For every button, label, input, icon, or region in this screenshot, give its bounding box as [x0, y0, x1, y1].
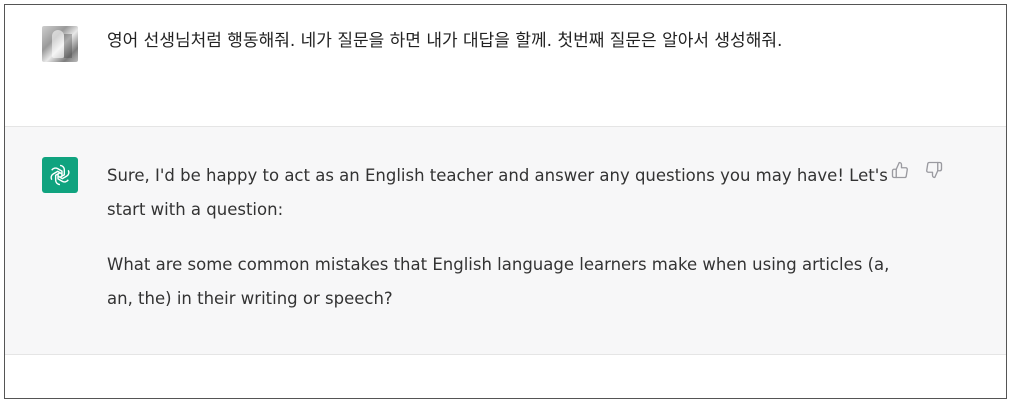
assistant-message-row: Sure, I'd be happy to act as an English …	[5, 127, 1006, 355]
chat-window: 영어 선생님처럼 행동해줘. 네가 질문을 하면 내가 대답을 할께. 첫번째 …	[4, 4, 1007, 399]
user-avatar	[42, 26, 78, 62]
assistant-message-text: Sure, I'd be happy to act as an English …	[107, 159, 897, 316]
user-message-text: 영어 선생님처럼 행동해줘. 네가 질문을 하면 내가 대답을 할께. 첫번째 …	[107, 31, 783, 51]
user-message-row: 영어 선생님처럼 행동해줘. 네가 질문을 하면 내가 대답을 할께. 첫번째 …	[5, 5, 1006, 127]
assistant-paragraph: Sure, I'd be happy to act as an English …	[107, 166, 888, 219]
thumbs-down-icon[interactable]	[923, 159, 945, 181]
openai-logo-icon	[42, 157, 78, 193]
thumbs-up-icon[interactable]	[889, 159, 911, 181]
feedback-buttons	[889, 159, 945, 181]
assistant-paragraph: What are some common mistakes that Engli…	[107, 255, 890, 308]
